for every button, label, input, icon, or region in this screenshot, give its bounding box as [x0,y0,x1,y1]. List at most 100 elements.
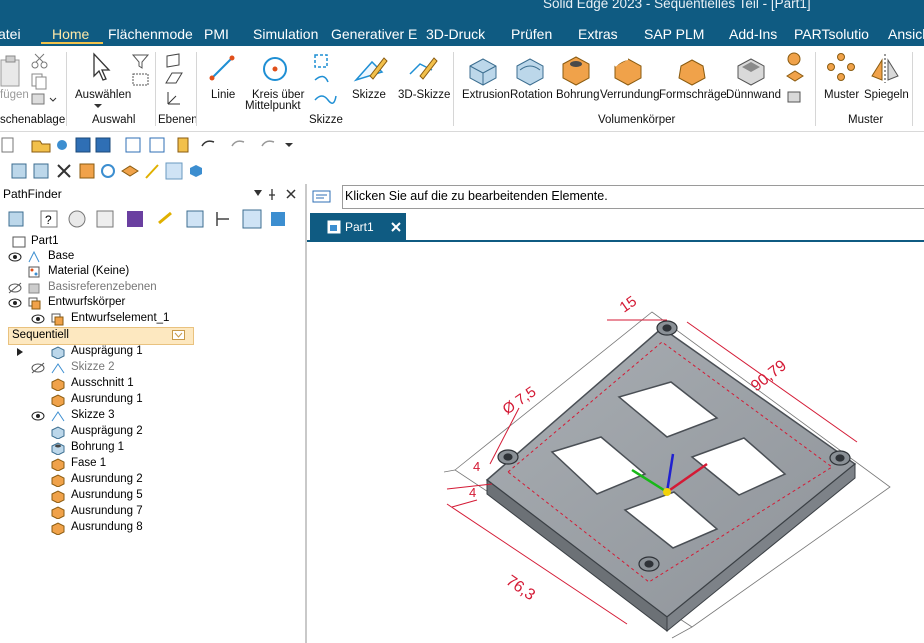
round-icon [51,394,65,407]
eye-icon[interactable] [31,410,45,422]
paste-label: fügen [0,89,29,101]
active-tab-underline [41,42,103,44]
extrusion-label[interactable]: Extrusion [462,89,510,101]
tab-partsolutions[interactable]: PARTsolutio [794,26,869,42]
formschraege-label[interactable]: Formschräge [659,89,727,101]
rotation-icon[interactable] [513,52,547,86]
chevron-down-icon[interactable] [93,102,103,110]
document-tab-part1[interactable]: Part1 [310,213,406,240]
tab-add-ins[interactable]: Add-Ins [729,26,777,42]
quick-access-icons[interactable] [0,136,300,154]
sketch-icon [51,411,65,422]
prompt-text: Klicken Sie auf die zu bearbeitenden Ele… [345,189,608,203]
collapse-icon[interactable] [172,330,186,341]
skizze-3d-label[interactable]: 3D-Skizze [398,89,450,101]
dimension-text[interactable]: Ø 7,5 [500,383,540,418]
skizze-3d-icon[interactable] [404,52,440,84]
dimension-text[interactable]: 90,79 [748,357,790,395]
circle-center-icon[interactable] [260,54,290,84]
tree-label-basisreferenzebenen: Basisreferenzebenen [48,281,157,293]
extrusion-icon[interactable] [466,52,500,86]
copy-icon[interactable] [30,72,50,90]
dimension-text[interactable]: 76,3 [503,572,538,604]
group-skizze-label: Skizze [309,114,343,126]
close-icon[interactable] [390,221,402,233]
eye-hidden-icon[interactable] [8,282,22,294]
feature-toolbar-icons[interactable] [0,162,205,180]
tree-feature-label: Ausrundung 8 [71,521,143,533]
skizze-button-label[interactable]: Skizze [352,89,386,101]
plate-body [485,327,857,633]
tab-extras[interactable]: Extras [578,26,618,42]
tree-feature-label: Ausrundung 5 [71,489,143,501]
verrundung-icon[interactable] [611,52,645,86]
dimension-text[interactable]: 4 [469,485,476,500]
graphics-viewport[interactable]: 15 90,79 Ø 7,5 4 4 76,3 [307,242,924,643]
panel-controls-icon[interactable] [252,187,302,201]
eye-icon[interactable] [8,251,22,263]
tab-ansicht[interactable]: Ansich [888,26,924,42]
kreis-label-2[interactable]: Mittelpunkt [245,100,301,112]
tab-generativer-entwurf[interactable]: Generativer E [331,26,417,42]
group-separator [912,52,913,126]
tab-simulation[interactable]: Simulation [253,26,318,42]
design-body-icon [28,297,41,310]
menu-datei[interactable]: atei [0,26,21,42]
filter-icon[interactable] [131,52,151,70]
format-painter-icon[interactable] [30,92,60,108]
tree-label-entwurfskoerper: Entwurfskörper [48,296,126,308]
eye-icon[interactable] [31,313,45,325]
tab-home[interactable]: Home [52,26,89,42]
tree-feature-label: Skizze 2 [71,361,115,373]
muster-icon[interactable] [826,52,856,84]
muster-label[interactable]: Muster [824,89,859,101]
bohrung-label[interactable]: Bohrung [556,89,599,101]
part-model-view[interactable]: 15 90,79 Ø 7,5 4 4 76,3 [307,242,924,643]
dimension-text[interactable]: 4 [473,459,480,474]
prompt-bar: Klicken Sie auf die zu bearbeitenden Ele… [307,184,924,210]
cut-icon[interactable] [30,52,50,70]
tree-label-entwurfselement: Entwurfselement_1 [71,312,170,324]
sketch-tools-icon[interactable] [312,52,342,116]
pathfinder-tool-icons[interactable]: ? [3,208,303,230]
spiegeln-label[interactable]: Spiegeln [864,89,909,101]
dimension-text[interactable]: 15 [617,293,640,316]
eye-icon[interactable] [8,297,22,309]
duennwand-icon[interactable] [734,52,768,86]
duennwand-label[interactable]: Dünnwand [726,89,781,101]
title-bar: Solid Edge 2023 - Sequentielles Teil - [… [0,0,924,20]
sequentiell-bar[interactable]: Sequentiell [8,327,194,345]
group-separator [155,52,156,126]
expand-arrow-icon[interactable] [15,347,25,357]
tree-feature-label: Ausschnitt 1 [71,377,134,389]
tab-sap-plm[interactable]: SAP PLM [644,26,704,42]
tree-label-part: Part1 [31,235,59,247]
spiegeln-icon[interactable] [868,52,902,84]
tab-pruefen[interactable]: Prüfen [511,26,552,42]
coordinate-system-icon[interactable] [164,90,184,108]
skizze-icon[interactable] [352,52,388,84]
select-box-icon[interactable] [131,72,151,88]
verrundung-label[interactable]: Verrundung [600,89,659,101]
material-icon [28,266,40,278]
tree-feature-label: Bohrung 1 [71,441,125,453]
bohrung-icon[interactable] [559,52,593,86]
tab-flaechenmodellierung[interactable]: Flächenmode [108,26,193,42]
linie-label[interactable]: Linie [211,89,235,101]
ribbon: fügen schenablage Auswählen Auswahl Eben… [0,46,924,132]
tree-feature-label: Ausrundung 1 [71,393,143,405]
tab-pmi[interactable]: PMI [204,26,229,42]
formschraege-icon[interactable] [675,52,709,86]
volumen-small-tools-icon[interactable] [784,50,808,110]
plane-icon[interactable] [164,52,184,68]
tab-3d-druck[interactable]: 3D-Druck [426,26,485,42]
select-arrow-icon[interactable] [89,52,113,82]
prompt-bar-icon[interactable] [312,190,332,204]
paste-icon[interactable] [0,54,24,92]
plane-angled-icon[interactable] [164,70,184,86]
eye-hidden-icon[interactable] [31,362,45,374]
line-icon[interactable] [208,54,236,82]
rotation-label[interactable]: Rotation [510,89,553,101]
auswaehlen-label[interactable]: Auswählen [75,89,131,101]
feature-toolbar [0,158,305,184]
